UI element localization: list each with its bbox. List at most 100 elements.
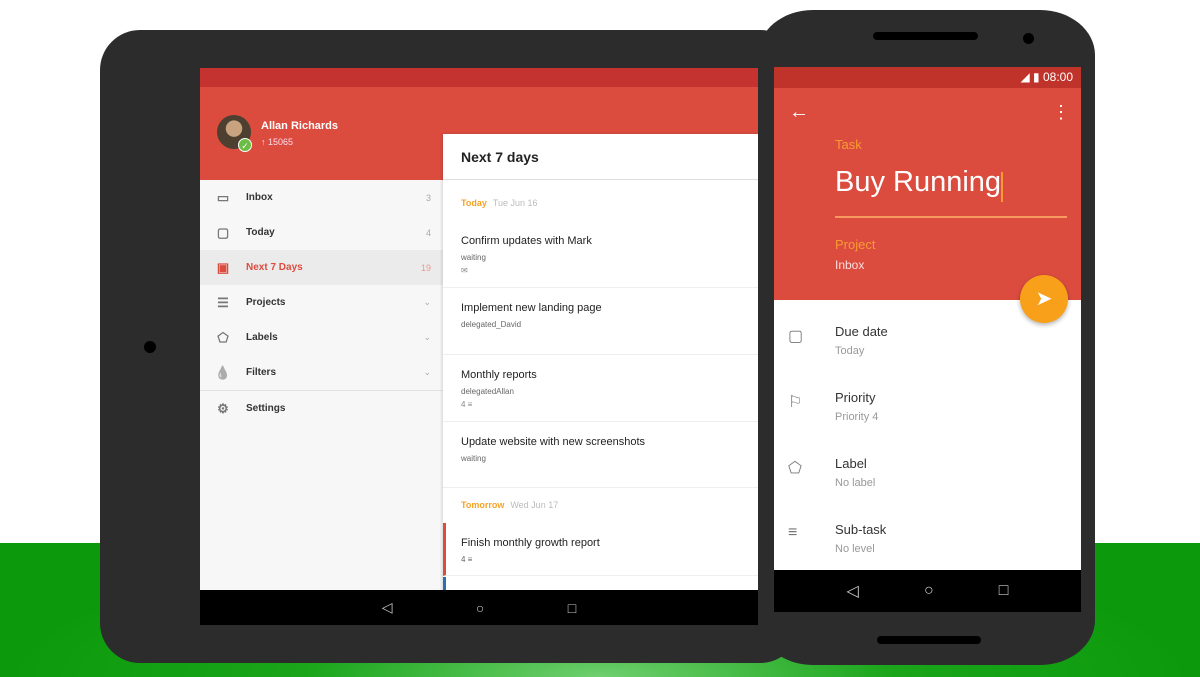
sidebar-item-labels[interactable]: ⬠ Labels ⌄ — [200, 320, 443, 355]
row-key: Priority — [835, 390, 876, 405]
recents-button[interactable]: □ — [568, 600, 576, 616]
home-button[interactable]: ○ — [476, 600, 484, 616]
sidebar-item-label: Next 7 Days — [246, 262, 303, 273]
day-header-today: Today Tue Jun 16 — [461, 198, 538, 208]
count: 19 — [420, 262, 431, 273]
sidebar-item-today[interactable]: ▢ Today 4 — [200, 215, 443, 250]
task-title: Update website with new screenshots — [461, 436, 646, 448]
label-icon: ⬠ — [217, 329, 229, 345]
row-key: Sub-task — [835, 522, 887, 537]
task-panel: Next 7 days Today Tue Jun 16 Confirm upda… — [443, 134, 758, 625]
sidebar-item-label: Filters — [246, 367, 277, 378]
row-value: No level — [835, 543, 875, 555]
task-input-value: Buy Running — [835, 166, 1002, 198]
phone-screen: ◢ ▮ 08:00 ← ⋮ Task Buy Running Project I… — [774, 67, 1081, 612]
user-name: Allan Richards — [261, 120, 339, 132]
recents-button[interactable]: □ — [999, 582, 1009, 600]
row-value: Priority 4 — [835, 411, 879, 423]
sidebar: ▭ Inbox 3 ▢ Today 4 ▣ Next 7 Days 19 ☰ Projects… — [200, 180, 443, 426]
row-key: Label — [835, 456, 867, 471]
check-badge-icon: ✓ — [238, 138, 252, 152]
task-item[interactable]: Finish monthly growth report 4 ≡ — [443, 523, 758, 576]
phone-camera — [1023, 33, 1034, 44]
email-icon: ✉ — [461, 266, 468, 275]
task-input[interactable]: Buy Running — [835, 166, 1067, 218]
back-button[interactable]: ◁ — [847, 581, 859, 601]
row-value: Today — [835, 345, 865, 357]
day-date: Wed Jun 17 — [510, 500, 559, 510]
task-title: Monthly reports — [461, 369, 537, 381]
task-label: waiting — [461, 253, 486, 262]
sidebar-item-inbox[interactable]: ▭ Inbox 3 — [200, 180, 443, 215]
subtask-row[interactable]: ≡ Sub-task No level — [774, 510, 1081, 576]
chevron-down-icon[interactable]: ⌄ — [413, 332, 443, 343]
task-item[interactable]: Update website with new screenshots waiti… — [443, 422, 758, 488]
count: 4 — [425, 227, 431, 238]
task-title: Finish monthly growth report — [461, 537, 600, 549]
task-label: delegated_David — [461, 320, 522, 329]
sidebar-item-label: Settings — [246, 403, 286, 414]
nav-bar: ◁ ○ □ — [774, 570, 1081, 612]
sidebar-item-filters[interactable]: 💧 Filters ⌄ — [200, 355, 443, 390]
phone-speaker — [873, 32, 978, 40]
row-value: No label — [835, 477, 876, 489]
comment-count: 4 ≡ — [461, 400, 473, 409]
back-button[interactable]: ◁ — [382, 599, 393, 616]
filter-drop-icon: 💧 — [214, 364, 232, 380]
nav-bar: ◁ ○ □ — [200, 590, 758, 625]
status-bar: ◢ ▮ 08:00 — [774, 67, 1081, 88]
day-header-tomorrow: Tomorrow Wed Jun 17 — [461, 500, 558, 510]
sidebar-item-label: Labels — [246, 332, 278, 343]
label-row[interactable]: ⬠ Label No label — [774, 444, 1081, 510]
back-arrow-icon[interactable]: ← — [789, 101, 809, 124]
calendar-icon: ▢ — [788, 328, 804, 345]
more-menu-icon[interactable]: ⋮ — [1052, 102, 1070, 123]
karma-score: ↑ 15065 — [261, 137, 294, 147]
sidebar-item-label: Inbox — [246, 192, 273, 203]
chevron-down-icon[interactable]: ⌄ — [413, 297, 443, 308]
flag-icon: ⚐ — [788, 394, 803, 411]
task-item[interactable]: Monthly reports delegatedAllan 4 ≡ — [443, 355, 758, 422]
subtask-icon: ≡ — [788, 524, 798, 541]
sidebar-item-label: Projects — [246, 297, 286, 308]
calendar-icon: ▢ — [216, 224, 230, 240]
calendar-plus7-icon: ▣ — [216, 259, 230, 275]
sidebar-item-settings[interactable]: ⚙ Settings — [200, 391, 443, 426]
tablet-screen: ✓ Allan Richards ↑ 15065 ▭ Inbox 3 ▢ Today 4… — [200, 68, 758, 625]
chevron-down-icon[interactable]: ⌄ — [413, 367, 443, 378]
task-field-label: Task — [835, 137, 862, 152]
task-label: waiting — [461, 454, 486, 463]
row-key: Due date — [835, 324, 888, 339]
day-label: Today — [461, 198, 487, 208]
sidebar-item-label: Today — [246, 227, 275, 238]
inbox-icon: ▭ — [216, 189, 230, 205]
task-title: Confirm updates with Mark — [461, 235, 592, 247]
project-value[interactable]: Inbox — [835, 258, 864, 272]
comment-count: 4 ≡ — [461, 555, 473, 564]
tablet-camera — [144, 341, 156, 353]
phone-speaker — [877, 636, 981, 644]
day-date: Tue Jun 16 — [492, 198, 538, 208]
count: 3 — [425, 192, 431, 203]
sidebar-item-next-7-days[interactable]: ▣ Next 7 Days 19 — [200, 250, 443, 285]
text-cursor — [1001, 171, 1004, 202]
priority-row[interactable]: ⚐ Priority Priority 4 — [774, 378, 1081, 444]
signal-battery-icon: ◢ ▮ — [1020, 70, 1040, 84]
send-fab-button[interactable]: ➤ — [1020, 275, 1068, 323]
day-label: Tomorrow — [461, 500, 505, 510]
due-date-row[interactable]: ▢ Due date Today — [774, 312, 1081, 378]
panel-title: Next 7 days — [443, 134, 758, 180]
project-field-label: Project — [835, 237, 876, 252]
task-label: delegatedAllan — [461, 387, 514, 396]
home-button[interactable]: ○ — [924, 582, 934, 600]
projects-icon: ☰ — [217, 294, 229, 310]
task-item[interactable]: Confirm updates with Mark waiting ✉ — [443, 221, 758, 288]
status-bar — [200, 68, 758, 87]
task-item[interactable]: Implement new landing page delegated_Davi… — [443, 288, 758, 355]
label-icon: ⬠ — [788, 460, 802, 477]
task-editor-header: ← ⋮ Task Buy Running Project Inbox — [774, 88, 1081, 300]
clock: 08:00 — [1042, 70, 1073, 84]
sidebar-item-projects[interactable]: ☰ Projects ⌄ — [200, 285, 443, 320]
task-title: Implement new landing page — [461, 302, 602, 314]
gear-icon: ⚙ — [217, 400, 229, 416]
